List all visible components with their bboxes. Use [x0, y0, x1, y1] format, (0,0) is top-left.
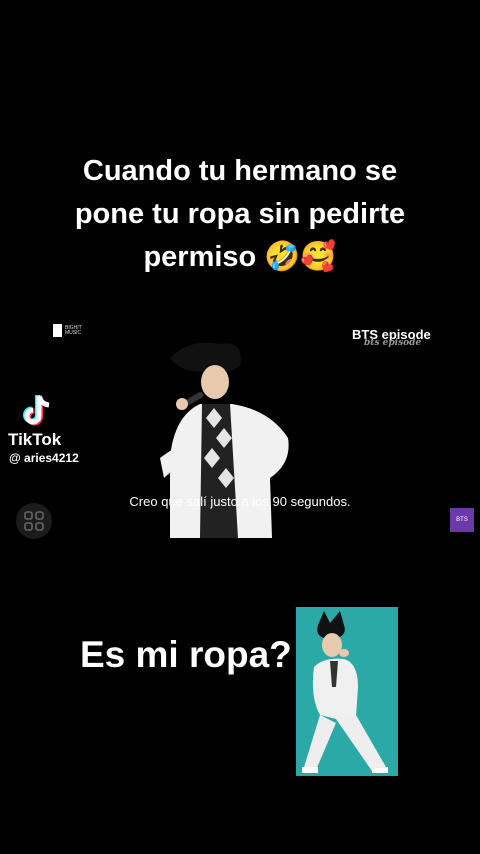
- grid-icon: [24, 511, 44, 531]
- bts-badge-button[interactable]: BTS: [450, 508, 474, 532]
- caption-line-1: Cuando tu hermano se: [82, 155, 398, 187]
- tiktok-username: @ aries4212: [9, 451, 79, 465]
- question-text: Es mi ropa?: [80, 634, 292, 675]
- sitting-person-photo: [296, 607, 398, 776]
- caption-line-2: pone tu ropa sin pedirte: [74, 198, 406, 230]
- bighit-music-logo: BIGHIT MUSIC: [53, 324, 82, 337]
- meme-caption: Cuando tu hermano se pone tu ropa sin pe…: [0, 150, 480, 279]
- bts-badge-label: BTS: [456, 517, 468, 523]
- video-subtitle: Creo que salí justo a los 90 segundos.: [129, 494, 351, 509]
- caption-line-3: permiso 🤣🥰: [143, 241, 337, 273]
- bts-episode-logo: BTS episode bts episode: [352, 327, 431, 348]
- music-label: MUSIC: [65, 329, 82, 336]
- tiktok-logo-icon: [23, 395, 50, 426]
- tiktok-wordmark: TikTok: [8, 430, 62, 449]
- bts-episode-script: bts episode: [364, 338, 422, 348]
- bighit-mark-icon: [53, 324, 62, 337]
